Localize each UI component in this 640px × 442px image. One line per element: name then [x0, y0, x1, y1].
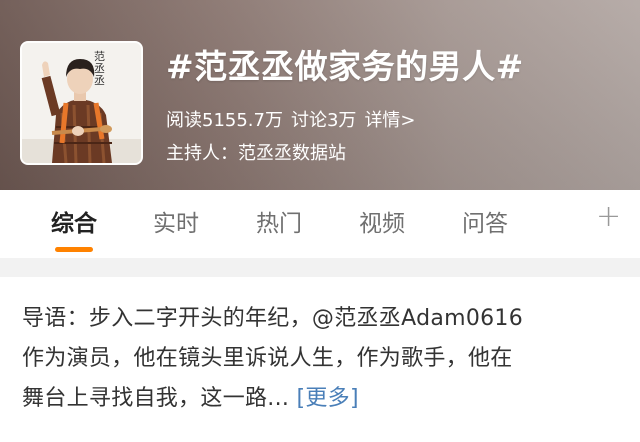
tab-video[interactable]: 视频 [359, 204, 405, 238]
tab-realtime[interactable]: 实时 [153, 204, 199, 238]
topic-stats: 阅读5155.7万 讨论3万 详情> [166, 106, 416, 132]
more-link[interactable]: [更多] [296, 386, 358, 411]
topic-header: 范丞丞 #范丞丞做家务的男人# 阅读5155.7万 讨论3万 详情> 主持人：范… [0, 0, 640, 190]
topic-cover-image[interactable]: 范丞丞 [20, 41, 143, 165]
intro-line-1: 导语：步入二字开头的年纪，@范丞丞Adam0616 [22, 306, 524, 331]
tab-bar: 综合 实时 热门 视频 问答 + [0, 190, 640, 258]
tab-comprehensive[interactable]: 综合 [51, 204, 97, 238]
plus-icon[interactable]: + [596, 199, 621, 234]
host-info: 主持人：范丞丞数据站 [166, 143, 346, 164]
tab-qa[interactable]: 问答 [462, 204, 508, 238]
read-count: 阅读5155.7万 [166, 110, 283, 131]
topic-title: #范丞丞做家务的男人# [166, 47, 524, 86]
intro-line-3-text: 舞台上寻找自我，这一路... [22, 386, 290, 411]
intro-line-3: 舞台上寻找自我，这一路... [更多] [22, 379, 618, 419]
intro-line-2: 作为演员，他在镜头里诉说人生，作为歌手，他在 [22, 346, 513, 371]
details-link[interactable]: 详情> [364, 106, 415, 132]
discussion-count: 讨论3万 [290, 110, 357, 131]
active-tab-indicator [55, 247, 93, 252]
topic-intro: 导语：步入二字开头的年纪，@范丞丞Adam0616 作为演员，他在镜头里诉说人生… [0, 277, 640, 442]
cover-label-text: 范丞丞 [94, 50, 105, 87]
tab-hot[interactable]: 热门 [256, 204, 302, 238]
